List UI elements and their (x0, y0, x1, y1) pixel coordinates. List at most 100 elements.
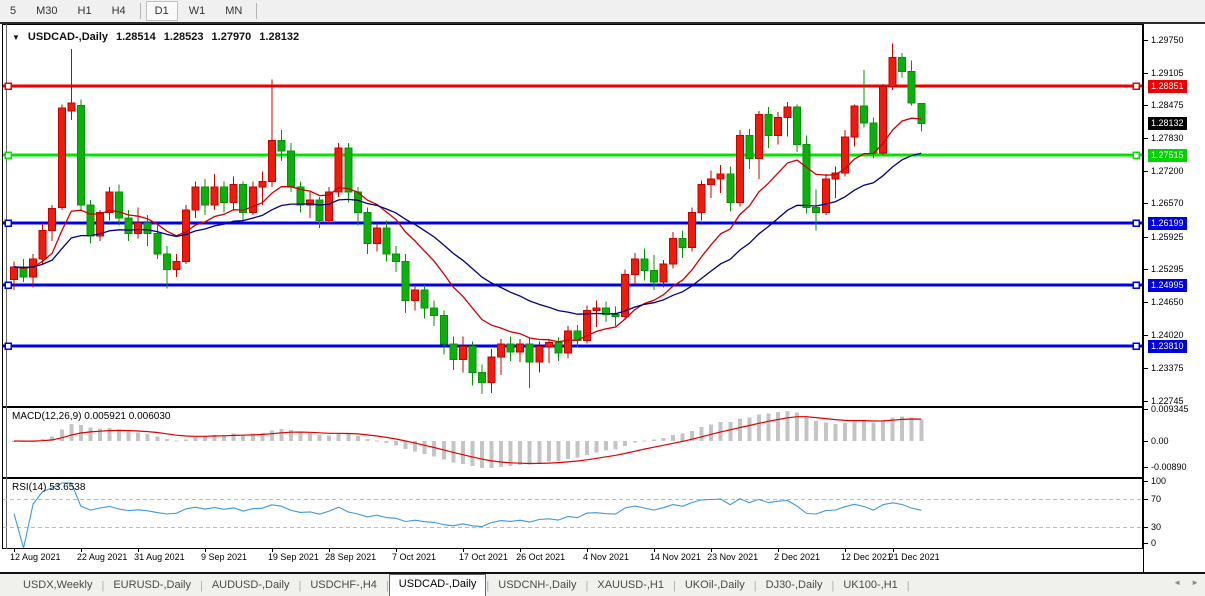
symbol-tab-bar: USDX,Weekly | EURUSD-,Daily | AUDUSD-,Daily |… (0, 574, 1205, 596)
axis-tick (1143, 440, 1148, 442)
price-tick-label: 1.25925 (1151, 231, 1184, 242)
hline-handle[interactable] (1132, 82, 1140, 90)
candle (315, 199, 324, 221)
ohlc-low: 1.27970 (211, 31, 252, 43)
hline-handle[interactable] (1132, 281, 1140, 289)
hline-handle[interactable] (4, 281, 12, 289)
price-tick-label: 1.27200 (1151, 165, 1184, 176)
tab-scroll-arrows: ◄ ► (1173, 578, 1199, 587)
tab-usdx-weekly[interactable]: USDX,Weekly (14, 576, 101, 596)
candle (277, 139, 286, 152)
candle (869, 122, 878, 154)
tab-xauusd-h1[interactable]: XAUUSD-,H1 (588, 576, 673, 596)
tab-dj30-daily[interactable]: DJ30-,Daily (757, 576, 832, 596)
candle (267, 139, 276, 183)
hline-handle[interactable] (4, 82, 12, 90)
candle (497, 343, 506, 358)
ohlc-open: 1.28514 (116, 31, 156, 43)
candle (344, 147, 353, 193)
candle (745, 134, 754, 160)
date-label: 2 Dec 2021 (774, 552, 821, 562)
candle (898, 57, 907, 72)
axis-tick (1143, 408, 1148, 410)
tab-usdcnh-daily[interactable]: USDCNH-,Daily (489, 576, 585, 596)
tab-usdchf-h4[interactable]: USDCHF-,H4 (301, 576, 386, 596)
tab-scroll-right-icon[interactable]: ► (1191, 578, 1199, 587)
candle (439, 315, 448, 345)
tab-scroll-left-icon[interactable]: ◄ (1173, 578, 1181, 587)
candle (592, 307, 601, 312)
chart-symbol-label: USDCAD-,Daily (27, 31, 108, 43)
macd-axis-label: -0.00890 (1151, 461, 1187, 472)
tab-usdcad-daily[interactable]: USDCAD-,Daily (388, 574, 487, 596)
candle (821, 178, 830, 214)
candle (774, 116, 782, 136)
candle (67, 102, 76, 112)
candle (191, 186, 200, 211)
resistance-price-box: 1.28851 (1148, 79, 1187, 93)
candle (95, 212, 104, 237)
candle (325, 191, 334, 221)
axis-tick (1143, 39, 1148, 41)
tab-uk100-h1[interactable]: UK100-,H1 (834, 576, 906, 596)
axis-tick (1143, 302, 1148, 304)
candle (793, 106, 802, 146)
candle (535, 346, 544, 363)
axis-tick (1143, 480, 1148, 482)
candle (678, 237, 687, 249)
candle (516, 343, 525, 353)
hline-handle[interactable] (1132, 219, 1140, 227)
date-label: 9 Sep 2021 (201, 552, 248, 562)
support-price-box-3: 1.24995 (1148, 278, 1187, 292)
candle (917, 103, 926, 124)
candle (57, 107, 66, 208)
chart-canvas (3, 43, 1142, 548)
candle (630, 258, 639, 275)
candle (420, 289, 429, 309)
candle (764, 114, 773, 136)
tab-eurusd-daily[interactable]: EURUSD-,Daily (104, 576, 200, 596)
candle (888, 57, 897, 87)
hline-handle[interactable] (4, 151, 12, 159)
candle (611, 314, 620, 318)
axis-tick (1143, 72, 1148, 74)
date-label: 31 Aug 2021 (134, 552, 185, 562)
hline-handle[interactable] (1132, 342, 1140, 350)
candle (220, 186, 229, 203)
candle (124, 217, 133, 234)
candle (48, 208, 57, 232)
candle (754, 114, 763, 160)
candle (392, 253, 400, 263)
candle (401, 261, 410, 301)
date-label: 23 Nov 2021 (707, 552, 759, 562)
tab-separator: | (906, 580, 910, 592)
candle (697, 183, 706, 214)
chart-dropdown-icon[interactable]: ▼ (12, 33, 20, 42)
candle (172, 261, 181, 270)
tab-ukoil-daily[interactable]: UKOil-,Daily (676, 576, 754, 596)
candle (10, 266, 18, 281)
rsi-line (13, 482, 922, 548)
tab-audusd-daily[interactable]: AUDUSD-,Daily (203, 576, 299, 596)
date-label: 7 Oct 2021 (392, 552, 437, 562)
axis-tick (1143, 526, 1148, 528)
candle (649, 269, 658, 283)
candle (430, 307, 439, 317)
hline-handle[interactable] (1132, 151, 1140, 159)
price-tick-label: 1.26570 (1151, 198, 1184, 209)
macd-axis-label: 0.00 (1151, 435, 1169, 446)
price-tick-label: 1.29750 (1151, 34, 1184, 45)
trading-platform-window: 5 M30 H1 H4 D1 W1 MN ▼ USDCAD-,Daily 1.28514 1… (0, 0, 1205, 596)
candle (544, 342, 553, 348)
axis-tick (1143, 105, 1148, 107)
hline-handle[interactable] (4, 342, 12, 350)
date-label: 28 Sep 2021 (325, 552, 377, 562)
date-label: 12 Dec 2021 (840, 552, 892, 562)
candle (411, 289, 420, 301)
candle (726, 173, 735, 203)
axis-tick (1143, 400, 1148, 402)
date-label: 14 Nov 2021 (649, 552, 701, 562)
chart-title: ▼ USDCAD-,Daily 1.28514 1.28523 1.27970 … (12, 31, 299, 43)
price-tick-label: 1.24650 (1151, 297, 1184, 308)
hline-handle[interactable] (4, 219, 12, 227)
